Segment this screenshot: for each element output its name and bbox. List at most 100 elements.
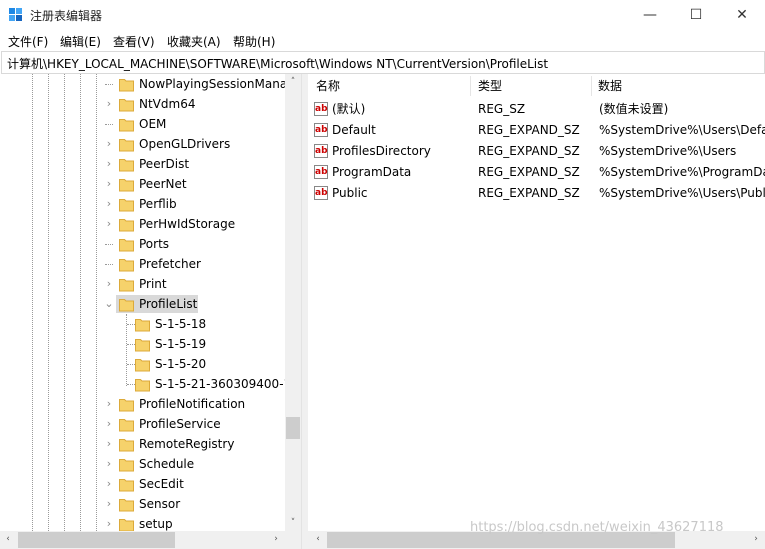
menu-file[interactable]: 文件(F) <box>8 33 48 50</box>
column-header-data[interactable]: 数据 <box>598 74 622 98</box>
watermark: https://blog.csdn.net/weixin_43627118 <box>470 520 724 535</box>
value-type: REG_EXPAND_SZ <box>478 144 580 158</box>
collapse-icon[interactable]: ⌄ <box>104 294 114 314</box>
tree-item[interactable]: NowPlayingSessionMana <box>0 74 288 94</box>
tree-item[interactable]: S-1-5-21-360309400-1 <box>0 374 291 394</box>
tree-item[interactable]: › ProfileService <box>0 414 285 434</box>
tree-item-label: NtVdm64 <box>139 97 196 111</box>
tree-item[interactable]: › OpenGLDrivers <box>0 134 285 154</box>
value-data: %SystemDrive%\Users\Defa <box>599 123 765 137</box>
expand-icon[interactable]: › <box>104 474 114 494</box>
tree-item-label: Print <box>139 277 167 291</box>
key-tree: NowPlayingSessionMana › NtVdm64 OEM › OpenGLD… <box>0 74 301 531</box>
string-value-icon: ab <box>314 102 328 116</box>
tree-item[interactable]: › PeerDist <box>0 154 285 174</box>
menu-help[interactable]: 帮助(H) <box>233 33 275 50</box>
scroll-up-icon[interactable]: ˄ <box>285 74 301 90</box>
tree-item[interactable]: › PerHwIdStorage <box>0 214 285 234</box>
expand-icon[interactable]: › <box>104 274 114 294</box>
string-value-icon: ab <box>314 165 328 179</box>
minimize-button[interactable]: — <box>627 0 673 31</box>
tree-guide-line <box>105 244 113 245</box>
tree-item[interactable]: S-1-5-19 <box>0 334 285 354</box>
value-type: REG_SZ <box>478 102 526 116</box>
tree-item[interactable]: › Perflib <box>0 194 285 214</box>
close-icon: ✕ <box>736 7 748 23</box>
expand-icon[interactable]: › <box>104 134 114 154</box>
value-type: REG_EXPAND_SZ <box>478 123 580 137</box>
column-header-type[interactable]: 类型 <box>478 74 502 98</box>
expand-icon[interactable]: › <box>104 454 114 474</box>
scroll-right-icon[interactable]: › <box>268 531 284 549</box>
tree-item[interactable]: › RemoteRegistry <box>0 434 285 454</box>
scroll-corner <box>285 531 301 549</box>
folder-icon <box>119 177 134 192</box>
folder-icon <box>119 97 134 112</box>
tree-item[interactable]: S-1-5-20 <box>0 354 285 374</box>
tree-item[interactable]: OEM <box>0 114 285 134</box>
scroll-left-icon[interactable]: ‹ <box>310 531 326 549</box>
tree-item[interactable]: Ports <box>0 234 285 254</box>
expand-icon[interactable]: › <box>104 414 114 434</box>
close-button[interactable]: ✕ <box>719 0 765 31</box>
tree-item[interactable]: › setup <box>0 514 285 531</box>
tree-guide-line <box>105 264 113 265</box>
expand-icon[interactable]: › <box>104 514 114 531</box>
column-separator[interactable] <box>591 76 592 96</box>
address-bar[interactable]: 计算机\HKEY_LOCAL_MACHINE\SOFTWARE\Microsof… <box>1 51 765 74</box>
value-row[interactable]: ab ProgramData REG_EXPAND_SZ %SystemDrive%\… <box>308 162 765 183</box>
tree-item[interactable]: › PeerNet <box>0 174 285 194</box>
menu-edit[interactable]: 编辑(E) <box>60 33 101 50</box>
tree-item[interactable]: › Schedule <box>0 454 285 474</box>
tree-hscroll-thumb[interactable] <box>18 532 175 548</box>
value-name: Public <box>332 186 368 200</box>
tree-item[interactable]: Prefetcher <box>0 254 285 274</box>
expand-icon[interactable]: › <box>104 214 114 234</box>
expand-icon[interactable]: › <box>104 494 114 514</box>
expand-icon[interactable]: › <box>104 394 114 414</box>
tree-guide-line <box>105 84 113 85</box>
tree-scroll-thumb[interactable] <box>286 417 300 439</box>
column-header-name[interactable]: 名称 <box>316 74 340 98</box>
value-name: Default <box>332 123 376 137</box>
menu-view[interactable]: 查看(V) <box>113 33 155 50</box>
value-row[interactable]: ab Default REG_EXPAND_SZ %SystemDrive%\User… <box>308 120 765 141</box>
tree-item[interactable]: › ProfileNotification <box>0 394 285 414</box>
tree-item[interactable]: › Print <box>0 274 285 294</box>
tree-item-label: S-1-5-20 <box>155 357 207 371</box>
folder-icon <box>119 477 134 492</box>
value-row[interactable]: ab (默认) REG_SZ (数值未设置) <box>308 99 765 120</box>
tree-item-label: Sensor <box>139 497 181 511</box>
expand-icon[interactable]: › <box>104 434 114 454</box>
folder-icon <box>119 517 134 531</box>
scroll-right-icon[interactable]: › <box>748 531 764 549</box>
tree-item-label: ProfileList <box>139 297 198 311</box>
tree-item-label: NowPlayingSessionMana <box>139 77 288 91</box>
expand-icon[interactable]: › <box>104 194 114 214</box>
tree-item[interactable]: › Sensor <box>0 494 285 514</box>
scroll-down-icon[interactable]: ˅ <box>285 515 301 531</box>
tree-vertical-scrollbar[interactable]: ˄ ˅ <box>285 74 301 531</box>
folder-icon <box>135 337 150 352</box>
tree-item-label: S-1-5-21-360309400-1 <box>155 377 292 391</box>
maximize-icon: ☐ <box>689 7 703 23</box>
value-data: (数值未设置) <box>599 102 669 116</box>
tree-item-label: Prefetcher <box>139 257 201 271</box>
maximize-button[interactable]: ☐ <box>673 0 719 31</box>
expand-icon[interactable]: › <box>104 94 114 114</box>
tree-item[interactable]: S-1-5-18 <box>0 314 285 334</box>
expand-icon[interactable]: › <box>104 154 114 174</box>
folder-icon <box>135 317 150 332</box>
scroll-left-icon[interactable]: ‹ <box>0 531 16 549</box>
string-value-icon: ab <box>314 186 328 200</box>
value-row[interactable]: ab ProfilesDirectory REG_EXPAND_SZ %SystemD… <box>308 141 765 162</box>
tree-item[interactable]: › SecEdit <box>0 474 285 494</box>
tree-item[interactable]: › NtVdm64 <box>0 94 285 114</box>
column-separator[interactable] <box>470 76 471 96</box>
menu-favorites[interactable]: 收藏夹(A) <box>167 33 221 50</box>
expand-icon[interactable]: › <box>104 174 114 194</box>
tree-item-label: Schedule <box>139 457 195 471</box>
value-row[interactable]: ab Public REG_EXPAND_SZ %SystemDrive%\Users… <box>308 183 765 204</box>
tree-item[interactable]: ⌄ ProfileList <box>0 294 285 314</box>
tree-item-label: S-1-5-19 <box>155 337 207 351</box>
